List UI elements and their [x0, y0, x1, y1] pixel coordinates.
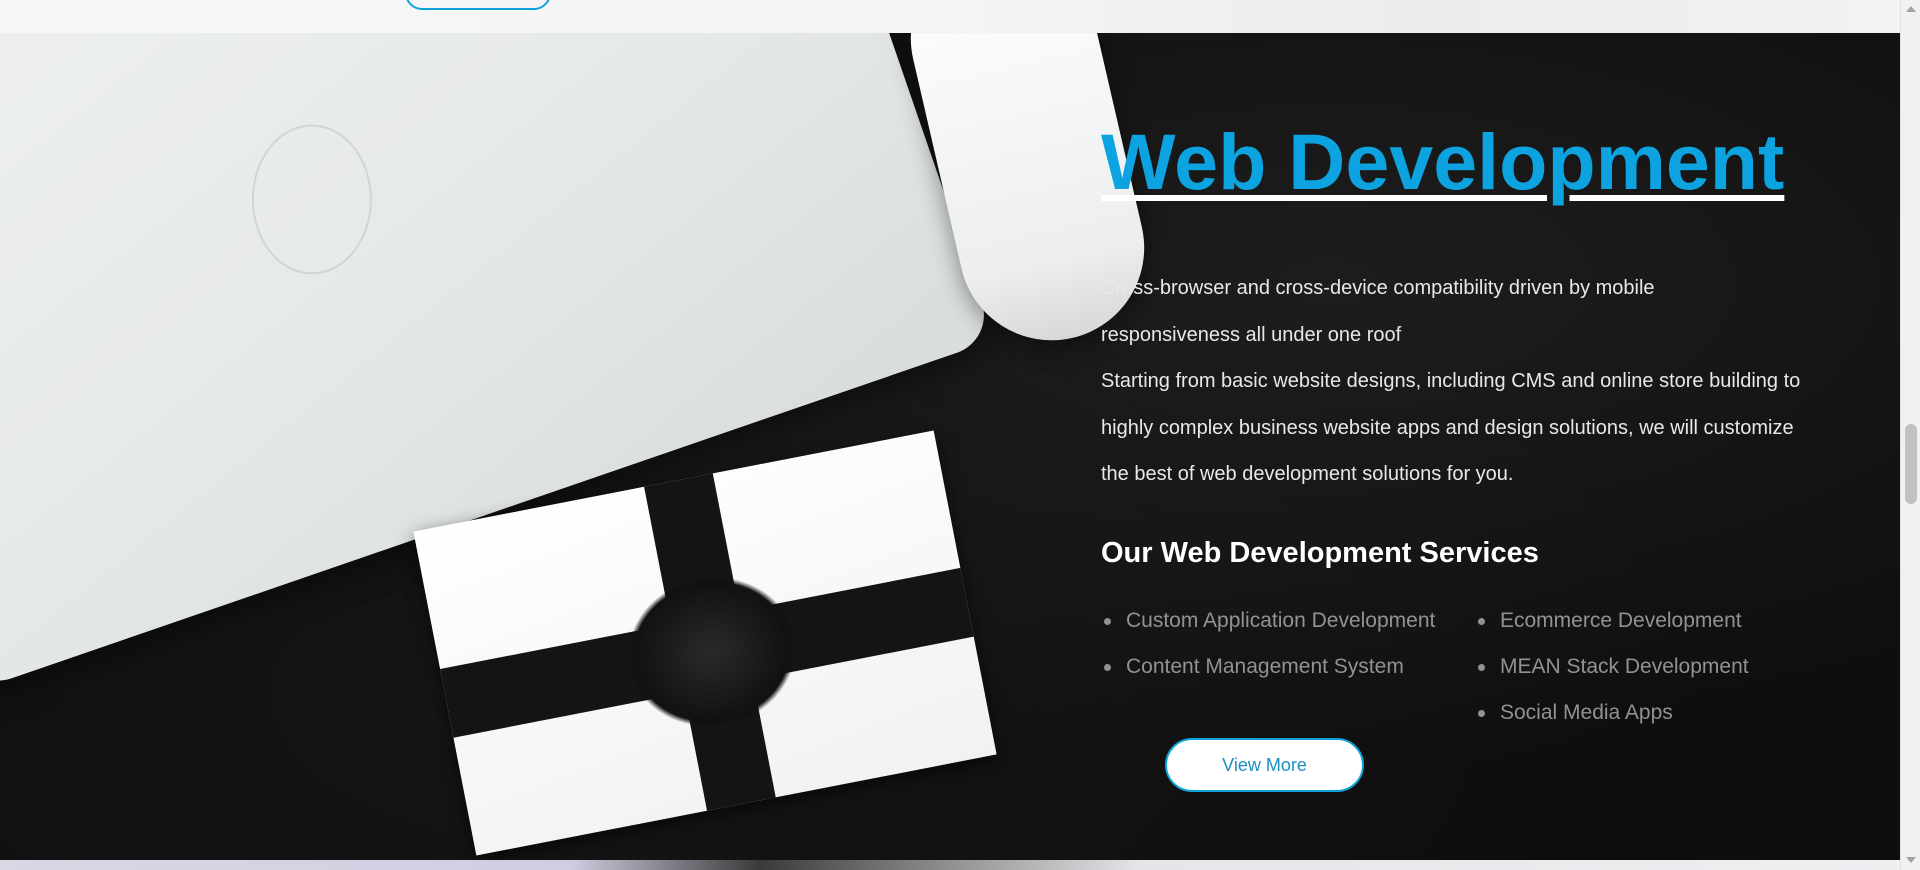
page-scrollbar[interactable]	[1900, 0, 1920, 870]
gift-bow	[614, 562, 810, 742]
description-text: Starting from basic website designs, inc…	[1101, 370, 1801, 485]
service-item: Content Management System	[1101, 644, 1404, 690]
service-item: Custom Application Development	[1101, 598, 1435, 644]
service-item: MEAN Stack Development	[1475, 644, 1749, 690]
next-section-strip	[0, 860, 1900, 870]
scroll-down-arrow-icon[interactable]	[1906, 857, 1916, 863]
previous-section-strip	[0, 0, 1900, 33]
page-title[interactable]: Web Development	[1101, 117, 1784, 207]
web-development-section: Web Development Cross-browser and cross-…	[0, 33, 1900, 860]
view-more-button[interactable]: View More	[1165, 738, 1364, 792]
services-heading: Our Web Development Services	[1101, 537, 1539, 569]
scrollbar-thumb[interactable]	[1905, 424, 1917, 504]
apple-logo-icon	[251, 124, 372, 275]
intro-text: Cross-browser and cross-device compatibi…	[1101, 277, 1655, 346]
scroll-up-arrow-icon[interactable]	[1906, 6, 1916, 12]
service-item: Ecommerce Development	[1475, 598, 1742, 644]
service-item: Social Media Apps	[1475, 690, 1673, 736]
previous-section-button[interactable]	[405, 0, 551, 10]
